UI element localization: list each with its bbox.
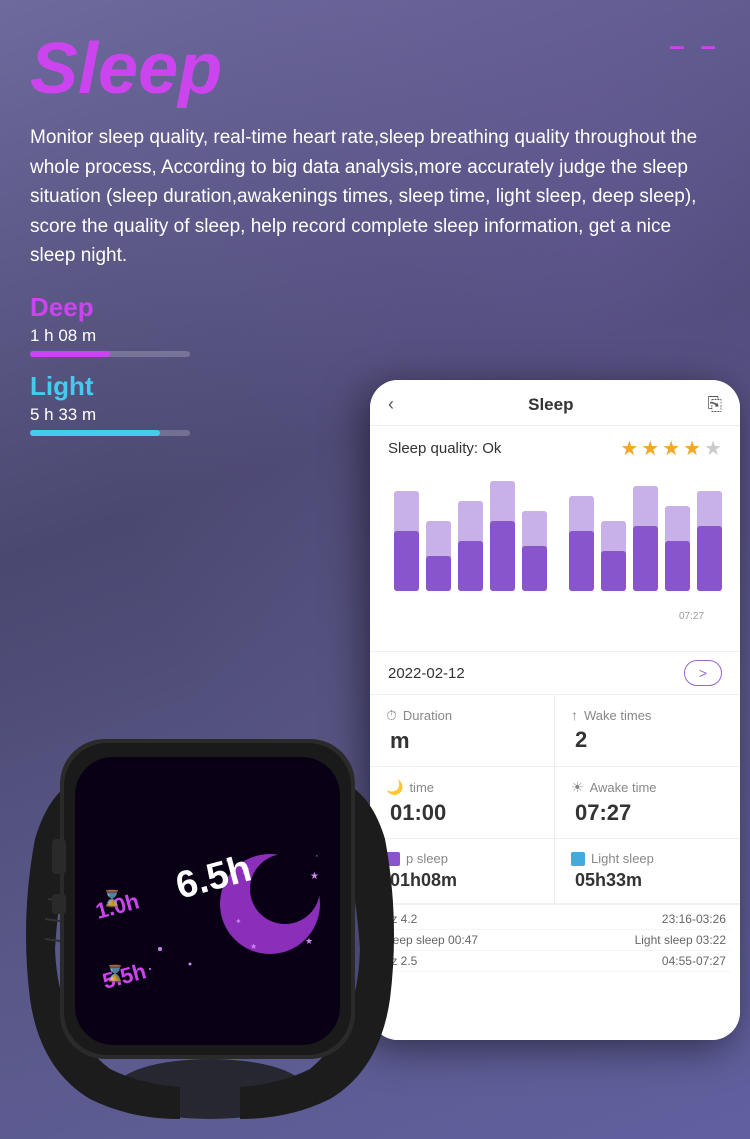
quality-row: Sleep quality: Ok ★ ★ ★ ★ ★ xyxy=(370,426,740,467)
awake-value: 07:27 xyxy=(571,800,724,826)
star-3: ★ xyxy=(662,436,680,461)
svg-text:·: · xyxy=(315,850,319,862)
awake-icon: ☀ xyxy=(571,779,584,796)
wake-times-cell: ↑ Wake times 2 xyxy=(555,695,740,767)
next-arrow[interactable]: > xyxy=(684,660,722,686)
quality-text: Sleep quality: Ok xyxy=(388,440,501,457)
svg-text:✦: ✦ xyxy=(235,917,242,926)
decoration-dashes: – – xyxy=(669,30,720,62)
chart-svg: 07:27 xyxy=(384,471,726,626)
wake-value: 2 xyxy=(571,727,724,753)
page-title: Sleep xyxy=(30,30,720,109)
star-5: ★ xyxy=(704,436,722,461)
star-2: ★ xyxy=(641,436,659,461)
svg-text:★: ★ xyxy=(250,942,257,951)
deep-label: Deep xyxy=(30,292,720,323)
svg-text:⌛: ⌛ xyxy=(102,889,122,908)
deep-value: 1 h 08 m xyxy=(30,326,720,346)
light-sleep-cell: Light sleep 05h33m xyxy=(555,839,740,904)
watch-area: ★ ★ ★ ★ ✦ · · 6.5h 1.0h 5.5h ⌛ ⌛ xyxy=(0,609,490,1139)
light-bar-fill xyxy=(30,430,160,436)
star-rating: ★ ★ ★ ★ ★ xyxy=(620,436,722,461)
deep-bar-track xyxy=(30,351,190,357)
page-description: Monitor sleep quality, real-time heart r… xyxy=(30,123,720,270)
light-bar-track xyxy=(30,430,190,436)
phone-title: Sleep xyxy=(528,395,573,415)
wake-icon: ↑ xyxy=(571,707,578,723)
svg-text:★: ★ xyxy=(305,936,313,946)
phone-header: ‹ Sleep ⎘ xyxy=(370,380,740,426)
light-dot xyxy=(571,852,585,866)
wake-label: Wake times xyxy=(584,708,651,723)
deep-bar-fill xyxy=(30,351,110,357)
svg-text:⌛: ⌛ xyxy=(105,964,125,983)
light-sleep-cell-value: 05h33m xyxy=(571,870,724,891)
awake-label: Awake time xyxy=(590,780,657,795)
star-4: ★ xyxy=(683,436,701,461)
page-background: – – Sleep Monitor sleep quality, real-ti… xyxy=(0,0,750,1139)
light-sleep-label: Light sleep xyxy=(591,851,654,866)
chart-time-label: 07:27 xyxy=(679,611,704,622)
watch-svg: ★ ★ ★ ★ ✦ · · 6.5h 1.0h 5.5h ⌛ ⌛ xyxy=(0,609,490,1139)
back-icon[interactable]: ‹ xyxy=(388,394,394,415)
svg-text:★: ★ xyxy=(310,871,319,882)
awake-time-cell: ☀ Awake time 07:27 xyxy=(555,767,740,839)
star-1: ★ xyxy=(620,436,638,461)
deep-sleep-stat: Deep 1 h 08 m xyxy=(30,292,720,357)
share-icon[interactable]: ⎘ xyxy=(708,394,722,415)
